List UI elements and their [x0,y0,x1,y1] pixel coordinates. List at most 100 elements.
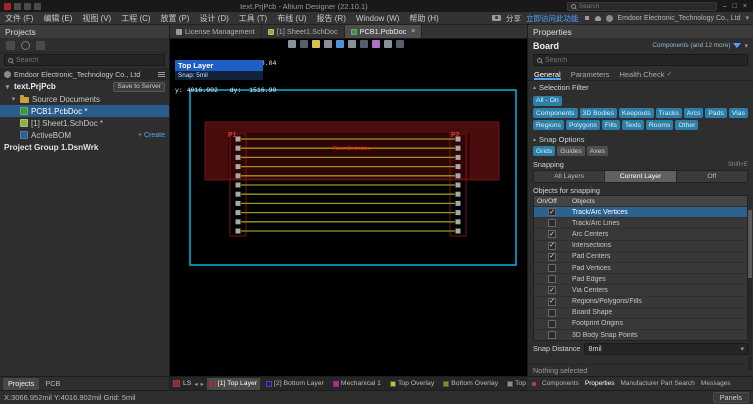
checkbox[interactable] [548,264,556,272]
table-row[interactable]: Board Shape [534,307,747,318]
filter-other-button[interactable]: Other [675,120,698,130]
table-row[interactable]: Pad Vertices [534,262,747,273]
close-button[interactable]: × [743,3,747,10]
checkbox[interactable] [548,320,556,328]
table-row[interactable]: 3D Body Snap Points [534,329,747,340]
tab-pcb[interactable]: PCB [40,378,65,390]
apps-icon[interactable] [584,15,590,21]
global-search[interactable] [567,2,717,11]
tab-pcbdoc[interactable]: PCB1.PcbDoc × [345,25,423,38]
promo-link[interactable]: 立即访问此功能 [526,13,579,24]
projects-search-input[interactable] [16,57,161,64]
table-row[interactable]: ✓Intersections [534,240,747,251]
tree-item-pcbdoc[interactable]: PCB1.PcbDoc * [0,105,169,117]
checkbox[interactable] [548,331,556,339]
table-row[interactable]: ✓Track/Arc Vertices [534,206,747,217]
checkbox[interactable]: ✓ [548,208,556,216]
snapshot-icon[interactable] [492,15,501,21]
user-avatar-icon[interactable] [606,15,613,22]
menu-file[interactable]: 文件 (F) [0,13,38,24]
filter-regions-button[interactable]: Regions [533,120,564,130]
close-tab-icon[interactable]: × [411,28,415,35]
menu-design[interactable]: 设计 (D) [194,13,233,24]
settings-icon[interactable] [36,41,45,50]
checkbox[interactable]: ✓ [548,286,556,294]
chevron-down-icon[interactable]: ▾ [4,83,11,91]
menu-place[interactable]: 放置 (P) [156,13,195,24]
text-tool-icon[interactable] [384,40,392,48]
filter-texts-button[interactable]: Texts [622,120,644,130]
layer-tab-top-overlay[interactable]: Top Overlay [387,378,437,390]
tab-messages[interactable]: Messages [701,380,731,387]
pad[interactable] [456,155,461,160]
save-icon[interactable] [14,3,21,10]
pad[interactable] [456,219,461,224]
account-chevron-icon[interactable]: ▾ [745,14,749,22]
area-select-icon[interactable] [300,40,308,48]
menu-reports[interactable]: 报告 (R) [312,13,351,24]
tab-properties-panel[interactable]: Properties [585,380,615,387]
designator-p2[interactable]: P2 [451,132,460,139]
pad[interactable] [236,155,241,160]
pad[interactable] [236,201,241,206]
scrollbar-thumb[interactable] [748,210,752,278]
menu-edit[interactable]: 编辑 (E) [38,13,77,24]
table-row[interactable]: ✓Via Centers [534,284,747,295]
account-company-label[interactable]: Emdoor Electronic_Technology Co., Ltd [618,15,741,22]
trace-tool-icon[interactable] [372,40,380,48]
properties-search-input[interactable] [545,57,744,64]
tab-manufacturer-part-search[interactable]: Manufacturer Part Search [620,380,694,387]
filter-vias-button[interactable]: Vias [729,108,748,118]
filter-funnel-icon[interactable] [733,43,741,48]
table-row[interactable]: ✓Arc Centers [534,228,747,239]
section-snap-options[interactable]: ▴ Snap Options [528,133,753,145]
measure-icon[interactable] [348,40,356,48]
filter-pads-button[interactable]: Pads [705,108,727,118]
current-layer-segment[interactable]: Current Layer [605,171,676,182]
tree-item-source-documents[interactable]: ▾ Source Documents [0,93,169,105]
save-to-server-button[interactable]: Save to Server [113,82,165,92]
tab-projects[interactable]: Projects [3,378,39,390]
origin-icon[interactable] [336,40,344,48]
menu-route[interactable]: 布线 (U) [272,13,311,24]
off-segment[interactable]: Off [677,171,747,182]
checkbox[interactable]: ✓ [548,253,556,261]
checkbox[interactable] [548,309,556,317]
filter-3d-bodies-button[interactable]: 3D Bodies [580,108,617,118]
menu-window[interactable]: Window (W) [351,14,405,23]
menu-project[interactable]: 工程 (C) [116,13,155,24]
pad[interactable] [456,210,461,215]
sync-icon[interactable] [21,41,30,50]
pad[interactable] [456,183,461,188]
pad[interactable] [236,229,241,234]
pad[interactable] [456,164,461,169]
menu-help[interactable]: 帮助 (H) [404,13,443,24]
checkbox[interactable] [548,275,556,283]
global-search-input[interactable] [579,3,713,10]
table-row[interactable]: ✓Pad Centers [534,251,747,262]
tree-item-project[interactable]: ▾ text.PrjPcb Save to Server [0,80,169,93]
pad[interactable] [456,173,461,178]
menu-view[interactable]: 视图 (V) [77,13,116,24]
axes-button[interactable]: Axes [587,146,608,156]
checkbox[interactable]: ✓ [548,230,556,238]
redo-icon[interactable] [34,3,41,10]
grid-icon[interactable] [312,40,320,48]
filter-rooms-button[interactable]: Rooms [646,120,674,130]
table-row[interactable]: Track/Arc Lines [534,217,747,228]
checkbox[interactable] [548,219,556,227]
tree-item-project-group[interactable]: Project Group 1.DsnWrk [0,141,169,154]
minimize-button[interactable]: – [723,3,727,10]
all-on-button[interactable]: All - On [533,96,562,106]
pad[interactable] [236,192,241,197]
table-row[interactable]: Pad Edges [534,273,747,284]
scroll-left-icon[interactable]: ◂ [194,380,197,388]
workspace-menu-icon[interactable] [158,72,165,77]
share-button[interactable]: 分享 [506,13,521,24]
layer-tab-mechanical1[interactable]: Mechanical 1 [330,378,384,390]
notifications-icon[interactable] [595,16,601,21]
tab-schdoc[interactable]: [1] Sheet1.SchDoc [262,25,345,38]
workspace-row[interactable]: Emdoor Electronic_Technology Co., Ltd [0,68,169,80]
layer-set-button[interactable]: LS [183,380,191,387]
chevron-down-icon[interactable]: ▾ [10,95,17,103]
